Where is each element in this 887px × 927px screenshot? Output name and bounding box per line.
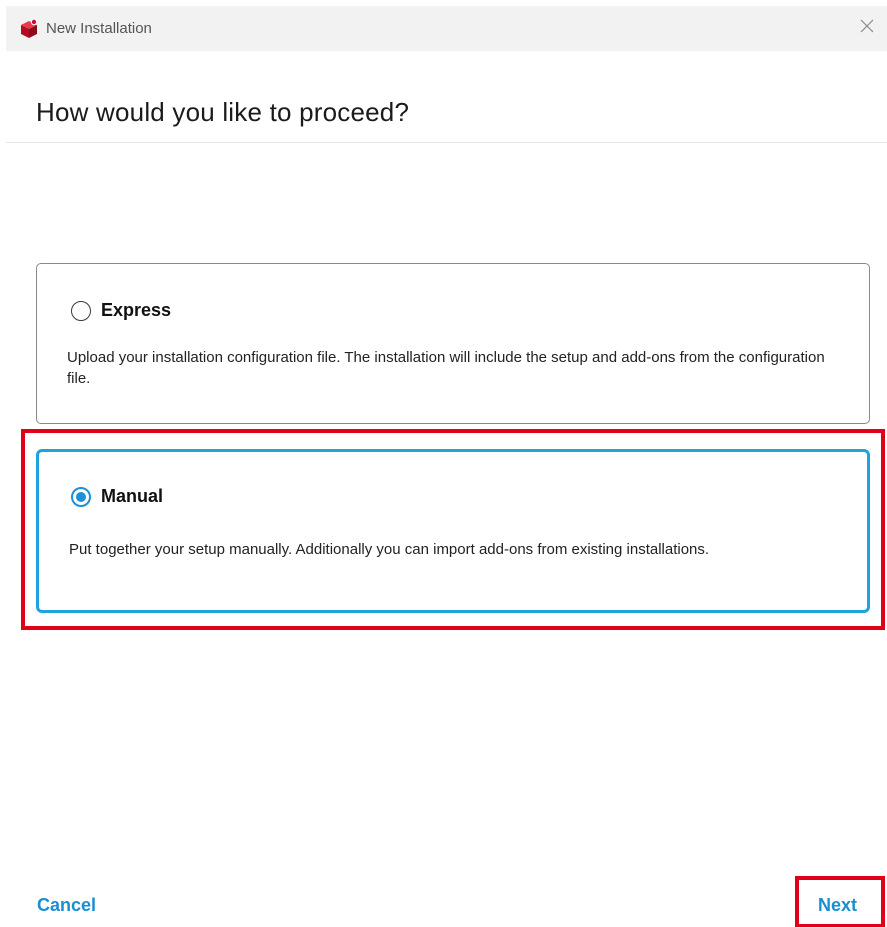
express-option-card[interactable]: Express Upload your installation configu… — [36, 263, 870, 424]
manual-option-label: Manual — [101, 486, 164, 506]
close-icon — [860, 19, 874, 33]
red-cube-app-icon — [21, 18, 38, 38]
express-option-description: Upload your installation configuration f… — [67, 349, 825, 387]
express-option-label: Express — [101, 300, 172, 320]
manual-option-description: Put together your setup manually. Additi… — [69, 541, 710, 558]
express-option-header: Express — [71, 300, 171, 321]
new-installation-dialog: New Installation How would you like to p… — [0, 0, 887, 927]
radio-selected-dot — [76, 491, 86, 502]
manual-radio-button[interactable] — [71, 486, 91, 507]
express-radio-button[interactable] — [71, 300, 91, 321]
manual-option-card[interactable]: Manual Put together your setup manually.… — [36, 449, 870, 613]
manual-option-header: Manual — [71, 486, 163, 507]
cancel-button[interactable]: Cancel — [37, 895, 96, 916]
page-title: How would you like to proceed? — [36, 97, 410, 127]
title-bar: New Installation — [6, 6, 887, 51]
header-divider — [6, 142, 887, 143]
close-button[interactable] — [853, 12, 883, 42]
next-button[interactable]: Next — [818, 895, 857, 916]
window-title: New Installation — [46, 20, 152, 37]
